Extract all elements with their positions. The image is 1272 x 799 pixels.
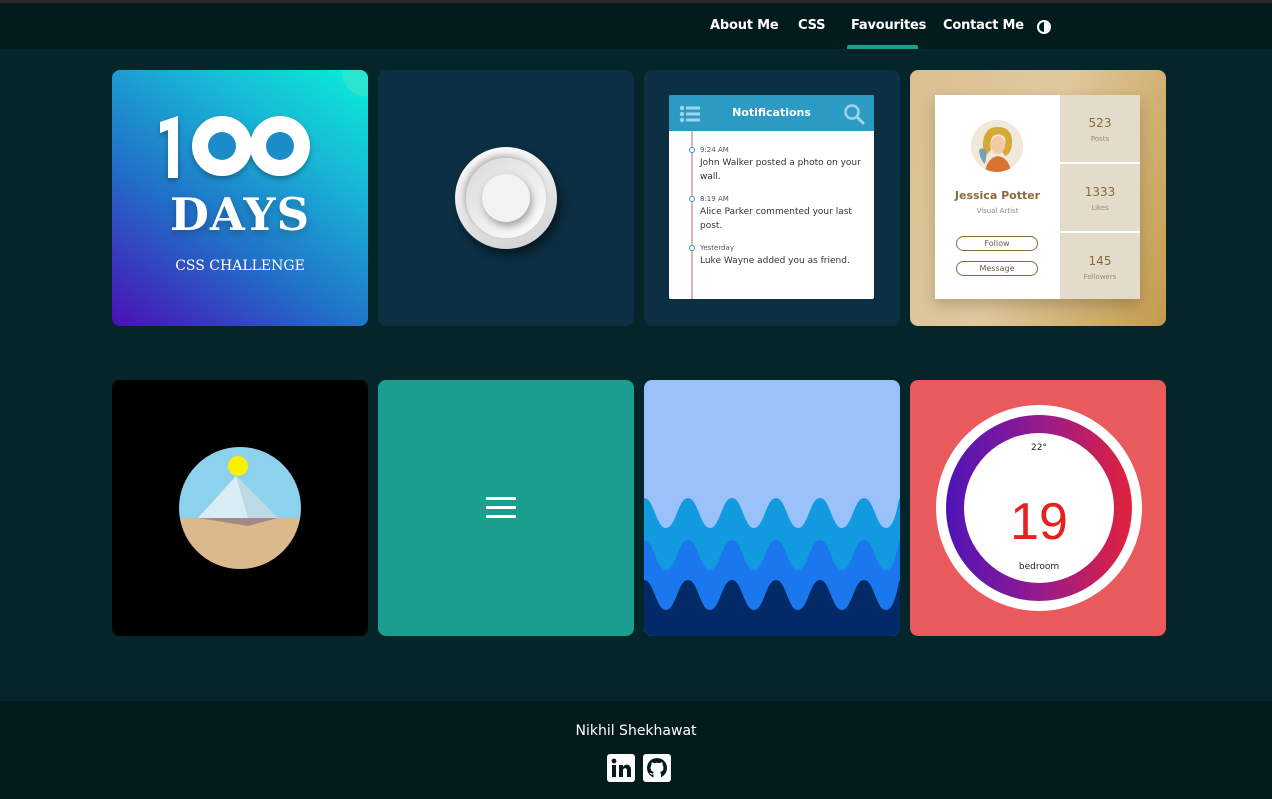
stat-label: Followers bbox=[1083, 273, 1117, 281]
card-100-days[interactable]: 100 DAYS CSS CHALLENGE bbox=[112, 70, 368, 326]
nav-about-me[interactable]: About Me bbox=[710, 3, 779, 49]
footer: Nikhil Shekhawat bbox=[0, 701, 1272, 799]
hamburger-icon[interactable] bbox=[486, 497, 516, 519]
notification-time: 9:24 AM bbox=[700, 146, 729, 154]
timeline-dot bbox=[689, 245, 695, 251]
timeline-dot bbox=[689, 147, 695, 153]
stat-label: Likes bbox=[1091, 204, 1109, 212]
message-button[interactable]: Message bbox=[956, 261, 1038, 276]
contrast-icon[interactable] bbox=[1037, 20, 1051, 34]
card-waves[interactable] bbox=[644, 380, 900, 636]
stat-posts: 523 Posts bbox=[1060, 95, 1140, 161]
notification-text: Alice Parker commented your last post. bbox=[700, 207, 852, 231]
follow-button[interactable]: Follow bbox=[956, 236, 1038, 251]
card-menu[interactable] bbox=[378, 380, 634, 636]
search-icon[interactable] bbox=[843, 103, 865, 125]
profile-role: Visual Artist bbox=[976, 207, 1019, 215]
challenge-subtitle: CSS CHALLENGE bbox=[175, 258, 305, 274]
nav-contact-me[interactable]: Contact Me bbox=[943, 3, 1024, 49]
waves-graphic bbox=[644, 498, 900, 636]
timeline-dot bbox=[689, 196, 695, 202]
stat-label: Posts bbox=[1090, 135, 1110, 143]
nav-css[interactable]: CSS bbox=[798, 3, 826, 49]
card-thermostat[interactable]: 22° 19 bedroom bbox=[910, 380, 1166, 636]
avatar-illustration bbox=[971, 120, 1023, 172]
notification-time: 8:19 AM bbox=[700, 195, 729, 203]
linkedin-icon[interactable] bbox=[607, 754, 635, 782]
notification-header: Notifications bbox=[669, 95, 874, 131]
github-icon[interactable] bbox=[643, 754, 671, 782]
stat-likes: 1333 Likes bbox=[1060, 164, 1140, 230]
sun-icon bbox=[228, 456, 248, 476]
card-profile[interactable]: Jessica Potter Visual Artist Follow Mess… bbox=[910, 70, 1166, 326]
footer-name: Nikhil Shekhawat bbox=[575, 723, 697, 739]
nav-favourites[interactable]: Favourites bbox=[851, 3, 926, 49]
notification-text: Luke Wayne added you as friend. bbox=[700, 256, 850, 266]
stat-value: 145 bbox=[1088, 254, 1112, 268]
notification-time: Yesterday bbox=[700, 244, 734, 252]
stat-followers: 145 Followers bbox=[1060, 233, 1140, 299]
pyramid-scene bbox=[179, 447, 301, 569]
notification-text: John Walker posted a photo on your wall. bbox=[700, 158, 861, 182]
card-circles[interactable] bbox=[378, 70, 634, 326]
card-notifications[interactable]: Notifications 9:24 AM John Walker posted… bbox=[644, 70, 900, 326]
corner-decoration bbox=[342, 70, 368, 96]
stat-value: 523 bbox=[1088, 116, 1112, 130]
hundred-logo: 100 bbox=[160, 116, 310, 178]
thermostat-setpoint: 22° bbox=[1031, 443, 1047, 453]
navbar: About Me CSS Favourites Contact Me bbox=[0, 3, 1272, 49]
days-title: DAYS bbox=[169, 188, 311, 241]
thermostat-room: bedroom bbox=[1018, 562, 1060, 572]
notification-panel: Notifications 9:24 AM John Walker posted… bbox=[669, 95, 874, 299]
card-pyramid[interactable] bbox=[112, 380, 368, 636]
timeline-line bbox=[691, 131, 693, 299]
avatar bbox=[971, 120, 1023, 172]
profile-stats: 523 Posts 1333 Likes 145 Followers bbox=[1060, 95, 1140, 299]
inner-circle bbox=[482, 174, 530, 222]
profile-panel: Jessica Potter Visual Artist Follow Mess… bbox=[935, 95, 1140, 299]
stat-value: 1333 bbox=[1084, 185, 1116, 199]
nav-active-indicator bbox=[847, 45, 918, 49]
profile-name: Jessica Potter bbox=[954, 189, 1041, 202]
thermostat-temperature: 19 bbox=[1010, 493, 1068, 551]
